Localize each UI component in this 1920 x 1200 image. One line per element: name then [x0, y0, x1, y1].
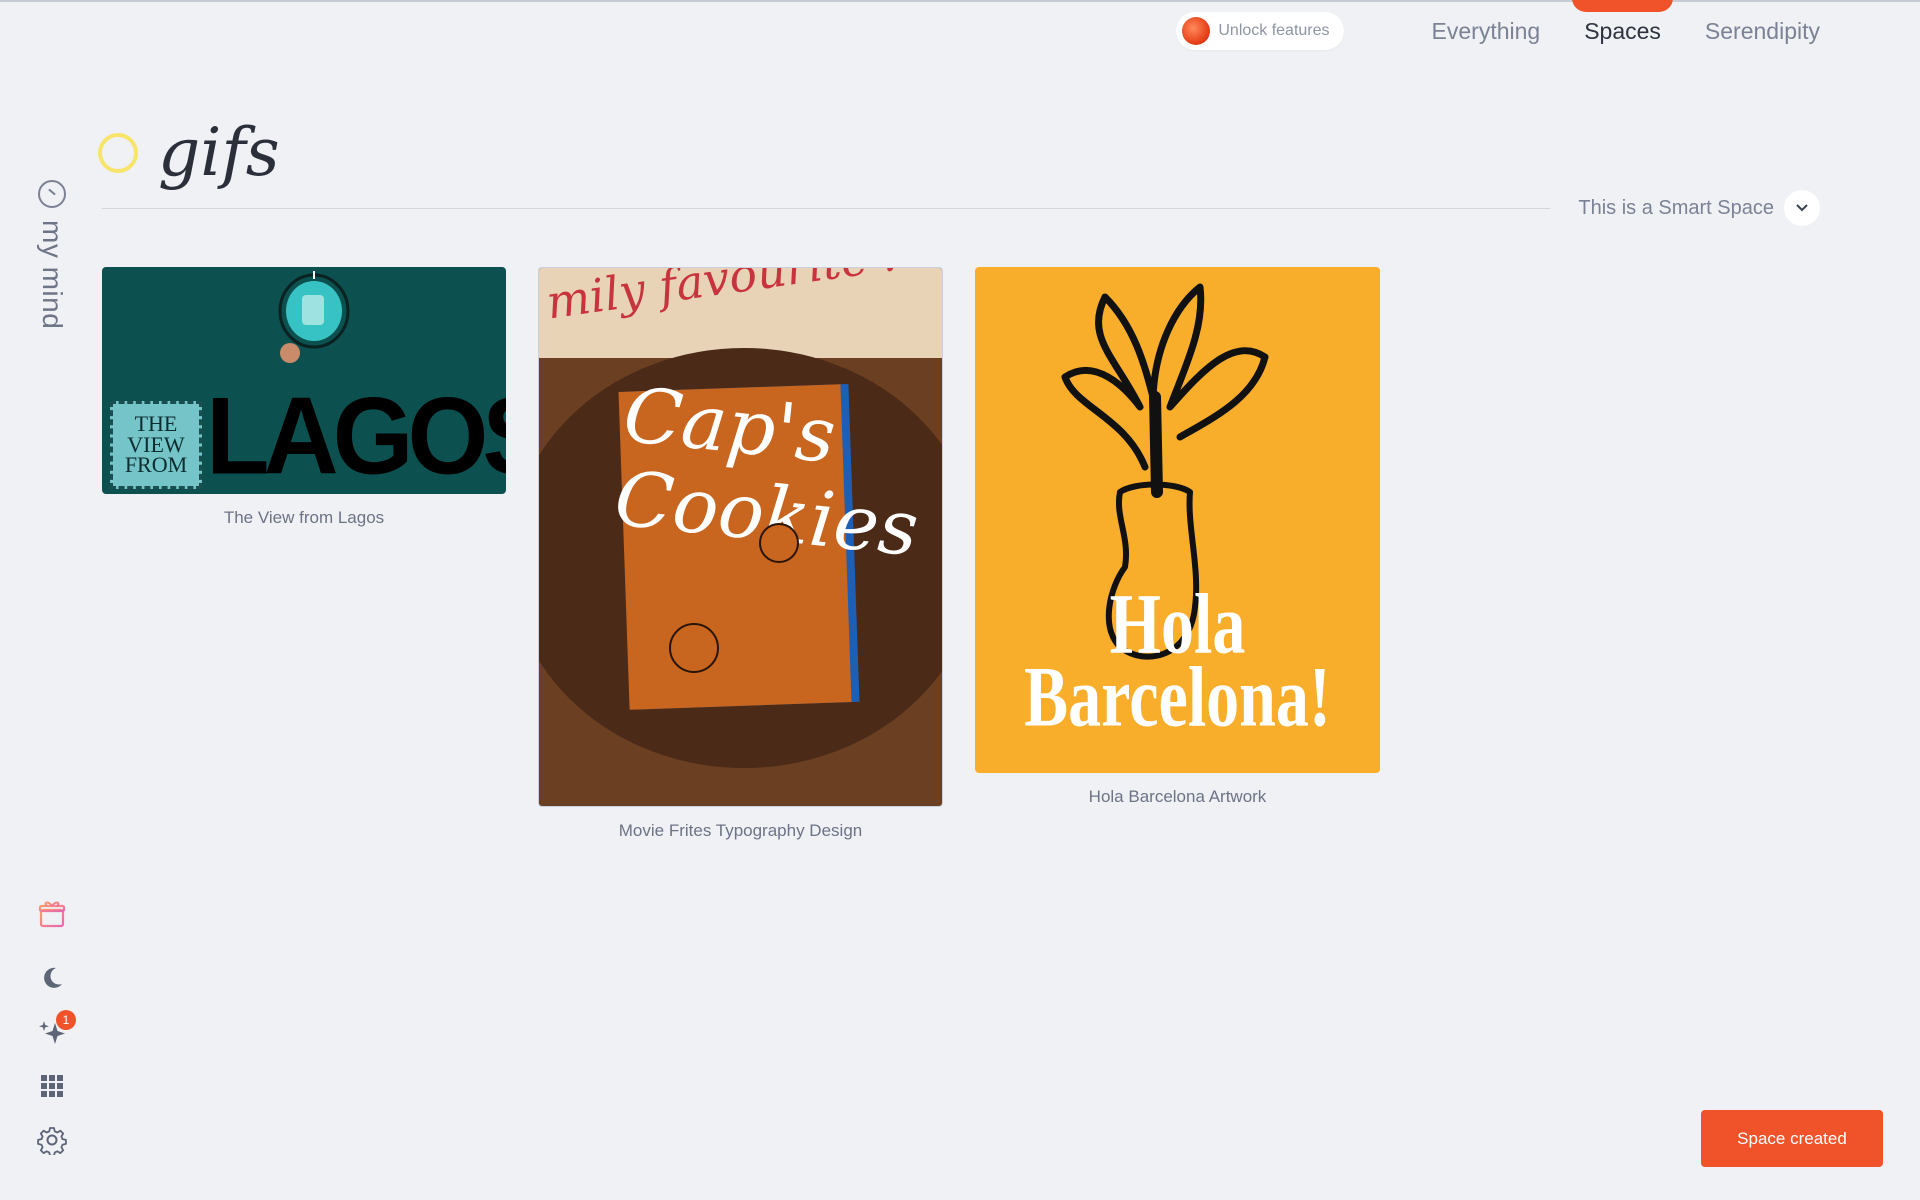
cookie-drawing-icon	[669, 623, 719, 673]
notification-badge: 1	[56, 1010, 76, 1030]
card-caption: The View from Lagos	[223, 508, 385, 527]
left-sidebar: my mind 1	[30, 0, 76, 1200]
tab-everything[interactable]: Everything	[1432, 18, 1541, 45]
card-thumbnail[interactable]: Hola Barcelona!	[975, 267, 1380, 773]
card-thumbnail[interactable]: THE VIEW FROM LAGOS	[102, 267, 506, 494]
top-nav: Unlock features Everything Spaces Serend…	[1176, 0, 1820, 52]
tab-serendipity[interactable]: Serendipity	[1705, 18, 1820, 45]
grid-icon[interactable]	[36, 1070, 68, 1102]
moon-icon[interactable]	[36, 962, 68, 994]
brand-logo[interactable]: my mind	[30, 180, 74, 329]
stamp-line: FROM	[124, 452, 188, 478]
toast-space-created[interactable]: Space created	[1701, 1110, 1883, 1167]
smart-space-toggle[interactable]: This is a Smart Space	[1578, 190, 1820, 226]
sparkle-icon[interactable]: 1	[36, 1010, 76, 1048]
cookie-drawing-icon	[759, 523, 799, 563]
unlock-features-button[interactable]: Unlock features	[1176, 12, 1344, 50]
card-caption: Movie Frites Typography Design	[618, 821, 863, 840]
orb-icon	[1182, 17, 1211, 45]
gear-icon[interactable]	[36, 1124, 68, 1156]
diver-figure-icon	[278, 271, 350, 363]
mymind-logo-icon	[38, 180, 66, 208]
lagos-headline: LAGOS	[206, 376, 506, 494]
tab-spaces[interactable]: Spaces	[1572, 0, 1673, 45]
card-barcelona[interactable]: Hola Barcelona! Hola Barcelona Artwork	[975, 267, 1380, 807]
unlock-features-label: Unlock features	[1218, 22, 1330, 39]
card-lagos[interactable]: THE VIEW FROM LAGOS The View from Lagos	[102, 267, 506, 528]
brand-name: my mind	[37, 220, 68, 330]
space-color-dot[interactable]	[98, 133, 138, 173]
chevron-down-icon[interactable]	[1784, 190, 1820, 226]
poster-headline-line2: Barcelona!	[1024, 649, 1331, 745]
smart-space-label: This is a Smart Space	[1578, 196, 1774, 219]
card-caption: Hola Barcelona Artwork	[1088, 787, 1267, 806]
card-cookies[interactable]: mily favourite ! Cap's Cookies Movie Fri…	[538, 267, 943, 841]
space-header: gifs	[98, 120, 280, 186]
card-thumbnail[interactable]: mily favourite ! Cap's Cookies	[538, 267, 943, 807]
lagos-stamp: THE VIEW FROM	[110, 401, 202, 489]
space-title[interactable]: gifs	[158, 120, 280, 186]
gift-icon[interactable]	[36, 898, 68, 930]
header-divider	[102, 208, 1550, 209]
